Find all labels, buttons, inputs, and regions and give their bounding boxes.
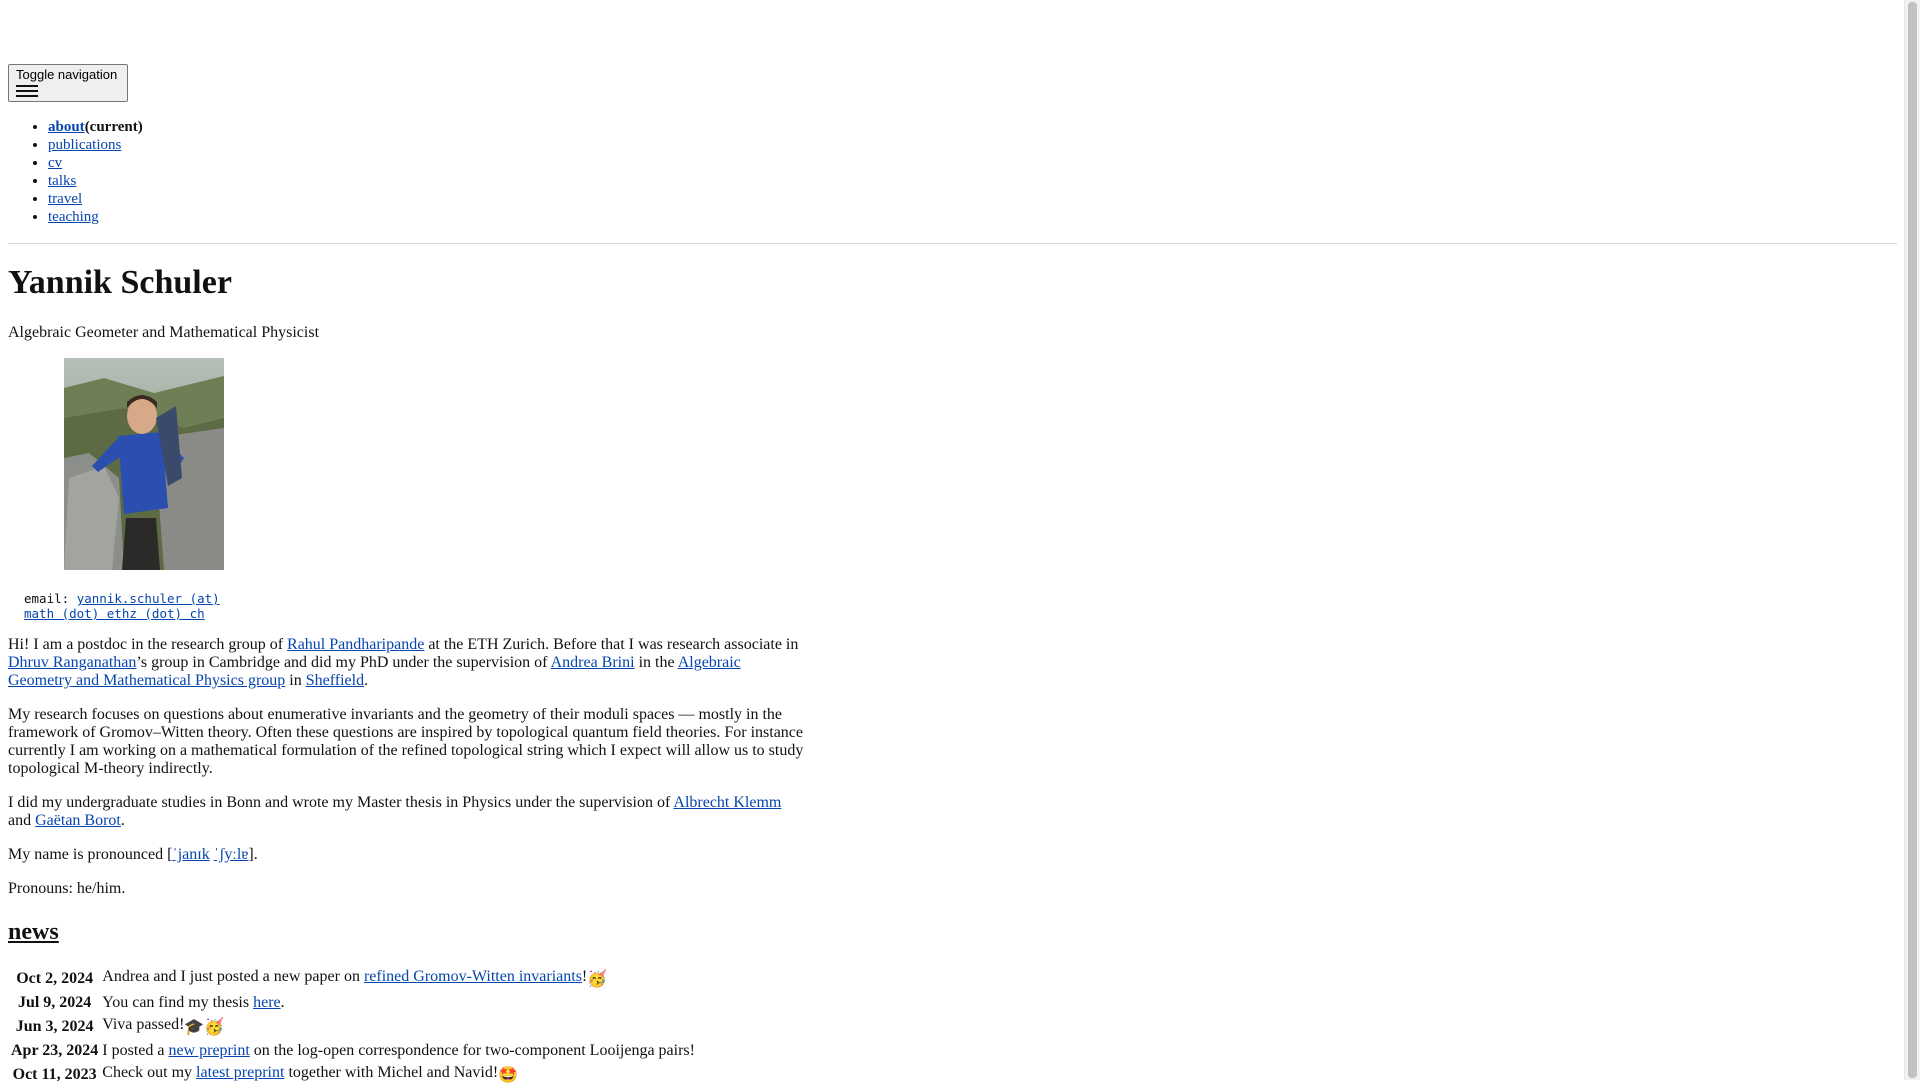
about-paragraph-4: My name is pronounced [ˈjanɪk ˈʃyːlɐ]. — [8, 846, 808, 864]
news-text: Andrea and I just posted a new paper on … — [101, 966, 696, 992]
nav-link-travel[interactable]: travel — [48, 191, 82, 207]
about-paragraph-5: Pronouns: he/him. — [8, 880, 126, 897]
about-text: ’s group in Cambridge and did my PhD und… — [136, 654, 551, 671]
link-rahul-pandharipande[interactable]: Rahul Pandharipande — [287, 636, 424, 653]
about-paragraph-3: I did my undergraduate studies in Bonn a… — [8, 794, 808, 830]
about-text: and — [8, 812, 36, 829]
news-row: Jun 3, 2024 Viva passed!🎓🥳 — [10, 1014, 696, 1040]
toggle-navigation-label: Toggle navigation — [16, 67, 118, 82]
news-link[interactable]: latest preprint — [196, 1064, 284, 1081]
about-text: . — [120, 812, 125, 829]
email-block: email: yannik.schuler (at) math (dot) eth… — [24, 591, 244, 621]
news-row: Oct 11, 2023 Check out my latest preprin… — [10, 1062, 696, 1088]
about-text: at the ETH Zurich. Before that I was res… — [424, 636, 799, 653]
nav-item-publications: publications — [48, 136, 143, 154]
news-text: You can find my thesis here. — [101, 992, 696, 1015]
link-pronunciation-first[interactable]: ˈjanɪk — [172, 846, 209, 863]
news-text-part: Viva passed! — [102, 1016, 185, 1033]
about-section: Hi! I am a postdoc in the research group… — [8, 636, 808, 914]
profile-photo — [64, 358, 224, 570]
about-text: My name is pronounced [ — [8, 846, 173, 863]
about-text: I did my undergraduate studies in Bonn a… — [8, 794, 674, 811]
nav-item-teaching: teaching — [48, 208, 143, 226]
nav-link-about[interactable]: about — [48, 119, 85, 135]
nav-item-cv: cv — [48, 154, 143, 172]
news-row: Jul 9, 2024 You can find my thesis here. — [10, 992, 696, 1015]
news-text-part: Andrea and I just posted a new paper on — [102, 968, 364, 985]
nav-item-talks: talks — [48, 172, 143, 190]
nav-item-about: about(current) — [48, 118, 143, 136]
news-date: Oct 11, 2023 — [12, 1065, 97, 1083]
nav-link-cv[interactable]: cv — [48, 155, 62, 171]
news-date: Jul 9, 2024 — [17, 993, 92, 1011]
nav-link-talks[interactable]: talks — [48, 173, 76, 189]
star-struck-icon: 🤩 — [498, 1067, 519, 1084]
news-text: I posted a new preprint on the log-open … — [101, 1040, 696, 1063]
link-gaetan-borot[interactable]: Gaëtan Borot — [35, 812, 121, 829]
about-text: Hi! I am a postdoc in the research group… — [8, 636, 288, 653]
nav-item-travel: travel — [48, 190, 143, 208]
news-date: Oct 2, 2024 — [16, 969, 94, 987]
email-link-line1: yannik.schuler (at) — [76, 591, 220, 606]
vertical-scrollbar[interactable] — [1904, 0, 1920, 1080]
about-text: ]. — [248, 846, 258, 863]
about-text: in — [285, 672, 306, 689]
toggle-navigation-button[interactable]: Toggle navigation — [8, 64, 128, 102]
news-text-part: Check out my — [102, 1064, 197, 1081]
news-link[interactable]: here — [253, 994, 281, 1011]
page-subtitle: Algebraic Geometer and Mathematical Phys… — [8, 324, 320, 341]
about-paragraph-1: Hi! I am a postdoc in the research group… — [8, 636, 808, 690]
main-nav: about(current) publications cv talks tra… — [48, 118, 143, 226]
link-pronunciation-last[interactable]: ˈʃyːlɐ — [214, 846, 249, 863]
news-heading-link[interactable]: news — [8, 919, 59, 945]
link-dhruv-ranganathan[interactable]: Dhruv Ranganathan — [8, 654, 136, 671]
party-face-icon: 🥳 — [587, 971, 608, 988]
header-divider — [8, 243, 1897, 244]
news-row: Oct 2, 2024 Andrea and I just posted a n… — [10, 966, 696, 992]
nav-current-marker: (current) — [84, 119, 143, 135]
about-text: in the — [634, 654, 678, 671]
news-text: Viva passed!🎓🥳 — [101, 1014, 696, 1040]
news-link[interactable]: refined Gromov-Witten invariants — [364, 968, 582, 985]
news-row: Apr 23, 2024 I posted a new preprint on … — [10, 1040, 696, 1063]
news-text-part: . — [280, 993, 285, 1011]
news-text-part: on the log-open correspondence for two-c… — [249, 1041, 695, 1059]
scrollbar-thumb[interactable] — [1908, 2, 1917, 1078]
about-paragraph-2: My research focuses on questions about e… — [8, 706, 804, 777]
news-text: Check out my latest preprint together wi… — [101, 1062, 696, 1088]
news-text-part: I posted a — [102, 1041, 169, 1059]
news-text-part: together with Michel and Navid! — [284, 1064, 499, 1081]
news-date: Jun 3, 2024 — [15, 1017, 94, 1035]
news-text-part: You can find my thesis — [102, 993, 254, 1011]
graduation-cap-icon: 🎓🥳 — [184, 1019, 225, 1036]
email-label: email: — [24, 591, 70, 606]
news-heading[interactable]: news — [8, 917, 59, 947]
nav-link-publications[interactable]: publications — [48, 137, 121, 153]
nav-link-teaching[interactable]: teaching — [48, 209, 99, 225]
hamburger-icon — [16, 85, 38, 97]
news-link[interactable]: new preprint — [168, 1042, 249, 1059]
news-date: Apr 23, 2024 — [11, 1041, 99, 1059]
news-table: Oct 2, 2024 Andrea and I just posted a n… — [8, 966, 698, 1088]
page-title: Yannik Schuler — [8, 264, 232, 301]
link-albrecht-klemm[interactable]: Albrecht Klemm — [673, 794, 781, 811]
link-andrea-brini[interactable]: Andrea Brini — [551, 654, 635, 671]
email-link-line2: math (dot) ethz (dot) ch — [24, 606, 205, 621]
about-text: . — [364, 672, 369, 689]
link-sheffield[interactable]: Sheffield — [306, 672, 364, 689]
